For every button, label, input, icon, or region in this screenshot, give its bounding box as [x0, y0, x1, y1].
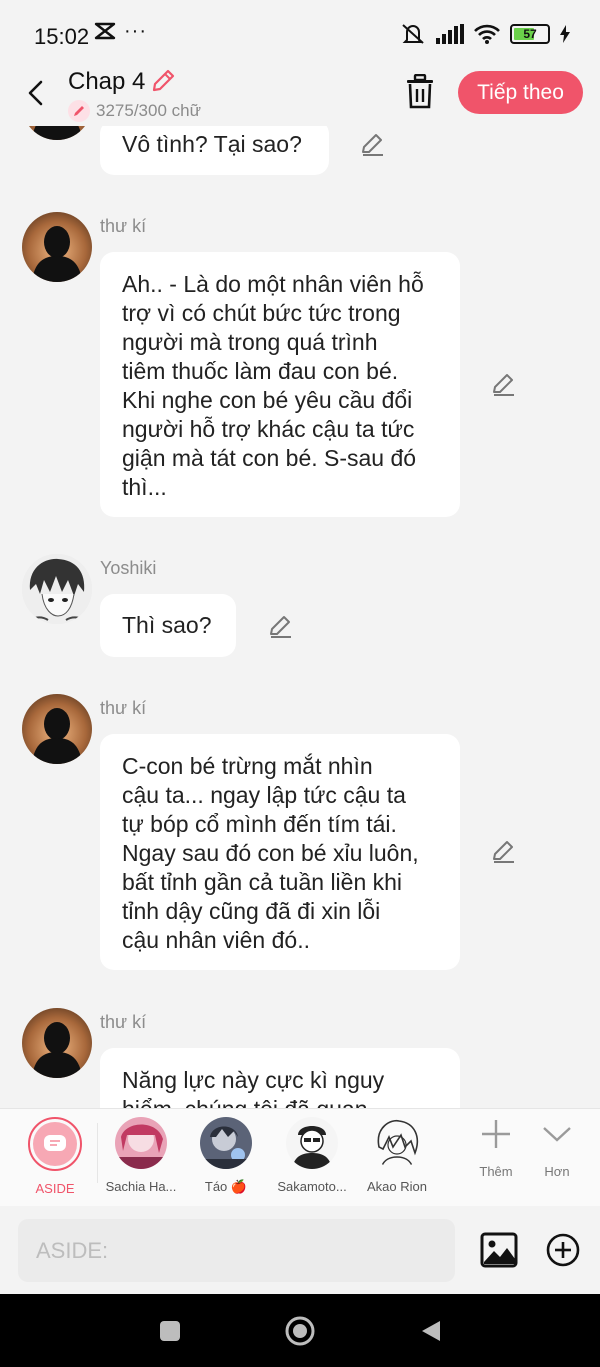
silhouette-avatar [22, 694, 92, 764]
more-notifications-icon: ··· [124, 20, 147, 42]
message-bubble[interactable]: Năng lực này cực kì nguy hiểm, chúng tôi… [100, 1048, 460, 1108]
message-line: tự bóp cổ mình đến tím tái. [122, 811, 397, 837]
edit-message-icon[interactable] [491, 371, 517, 397]
message-bubble[interactable]: Ah.. - Là do một nhân viên hỗ trợ vì có … [100, 252, 460, 517]
character-name: Sakamoto... [277, 1179, 347, 1194]
mute-icon [402, 24, 424, 44]
chat-area: Vô tình? Tại sao? thư kí Ah.. - Là do mộ… [0, 126, 600, 1108]
message-line: tỉnh dậy cũng đã đi xin lỗi [122, 898, 381, 924]
message-line: người hỗ trợ khác cậu ta tức [122, 416, 415, 442]
character-avatar [371, 1117, 423, 1169]
recent-apps-button[interactable] [155, 1316, 185, 1346]
message-line: người mà trong quá trình [122, 329, 378, 355]
message-line: Thì sao? [122, 612, 212, 638]
message-line: hiểm, chúng tôi đã quan [122, 1095, 438, 1108]
character-sakamoto[interactable]: Sakamoto... [267, 1117, 357, 1194]
add-label: Thêm [479, 1164, 513, 1179]
message-bubble[interactable]: Thì sao? [100, 594, 236, 657]
silhouette-avatar [22, 126, 92, 140]
sender-name: thư kí [100, 1012, 147, 1032]
plus-icon [482, 1120, 510, 1148]
sender-name: thư kí [100, 698, 147, 718]
wifi-icon [474, 24, 500, 44]
message-line: Năng lực này cực kì nguy [122, 1067, 385, 1093]
chevron-down-icon [543, 1127, 571, 1142]
next-button[interactable]: Tiếp theo [458, 71, 583, 114]
navigation-bar [0, 1294, 600, 1367]
back-arrow-icon [28, 80, 43, 106]
message-line: cậu ta... ngay lập tức cậu ta [122, 782, 406, 808]
edit-message-icon[interactable] [268, 613, 294, 639]
aside-input[interactable] [18, 1219, 455, 1282]
add-circle-icon[interactable] [545, 1232, 581, 1268]
message-line: Ah.. - Là do một nhân viên hỗ [122, 271, 424, 297]
chapter-title[interactable]: Chap 4 [68, 68, 145, 96]
home-circle-icon [285, 1316, 315, 1346]
character-name: Sachia Ha... [105, 1179, 177, 1194]
status-time: 15:02 [34, 24, 90, 49]
character-bar: ASIDE Sachia Ha... Táo 🍎 Sakamoto... Aka… [0, 1108, 600, 1206]
character-akao-rion[interactable]: Akao Rion [352, 1117, 442, 1194]
battery-level: 57 [523, 27, 537, 41]
app-notification-icon [94, 22, 116, 40]
character-avatar [200, 1117, 252, 1169]
word-count: 3275/300 chữ [68, 100, 201, 122]
edit-title-icon[interactable] [150, 68, 176, 94]
character-avatar [286, 1117, 338, 1169]
word-count-text: 3275/300 chữ [96, 101, 201, 120]
message-line: C-con bé trừng mắt nhìn [122, 753, 373, 779]
header: Chap 4 3275/300 chữ Tiếp theo [0, 64, 600, 126]
battery-icon: 57 [510, 24, 550, 44]
message-line: cậu nhân viên đó.. [122, 927, 310, 953]
signal-icon [436, 24, 464, 44]
message-line: trợ vì có chút bức tức trong [122, 300, 401, 326]
message-line: Ngay sau đó con bé xỉu luôn, [122, 840, 419, 866]
status-right-icons: 57 [400, 22, 570, 46]
home-button[interactable] [285, 1316, 315, 1346]
more-button[interactable]: Hơn [527, 1119, 587, 1179]
message-line: giận mà tát con bé. S-sau đó [122, 445, 417, 471]
square-icon [160, 1321, 180, 1341]
charging-icon [560, 25, 570, 43]
edit-message-icon[interactable] [360, 131, 386, 157]
message-bubble[interactable]: C-con bé trừng mắt nhìn cậu ta... ngay l… [100, 734, 460, 970]
status-left-icons: ··· [94, 20, 147, 42]
add-character-button[interactable]: Thêm [466, 1119, 526, 1179]
message-line: bất tỉnh gần cả tuần liền khi [122, 869, 403, 895]
edit-message-icon[interactable] [491, 838, 517, 864]
message-line: Vô tình? Tại sao? [122, 131, 302, 157]
status-bar: 15:02 ··· 57 [0, 0, 600, 64]
sender-name: Yoshiki [100, 558, 157, 578]
silhouette-avatar [22, 212, 92, 282]
back-button[interactable] [20, 76, 50, 110]
pencil-badge-icon [68, 100, 90, 122]
aside-chat-icon [44, 1135, 66, 1151]
silhouette-avatar [22, 1008, 92, 1078]
character-avatar [115, 1117, 167, 1169]
more-label: Hơn [544, 1164, 570, 1179]
image-icon[interactable] [480, 1232, 518, 1268]
anime-avatar [22, 554, 92, 624]
message-line: thì... [122, 474, 167, 500]
sender-name: thư kí [100, 216, 147, 236]
delete-icon[interactable] [404, 74, 436, 110]
message-bubble[interactable]: Vô tình? Tại sao? [100, 126, 329, 175]
character-name: Akao Rion [367, 1179, 427, 1194]
character-name: Táo 🍎 [204, 1179, 248, 1194]
character-tao[interactable]: Táo 🍎 [181, 1117, 271, 1195]
back-nav-button[interactable] [416, 1316, 446, 1346]
message-line: Khi nghe con bé yêu cầu đổi [122, 387, 413, 413]
aside-avatar [28, 1117, 82, 1171]
message-line: tiêm thuốc làm đau con bé. [122, 358, 399, 384]
character-name: ASIDE [35, 1181, 75, 1196]
input-bar [0, 1206, 600, 1294]
triangle-back-icon [422, 1321, 440, 1341]
character-aside[interactable]: ASIDE [10, 1117, 100, 1196]
character-sachia[interactable]: Sachia Ha... [96, 1117, 186, 1194]
